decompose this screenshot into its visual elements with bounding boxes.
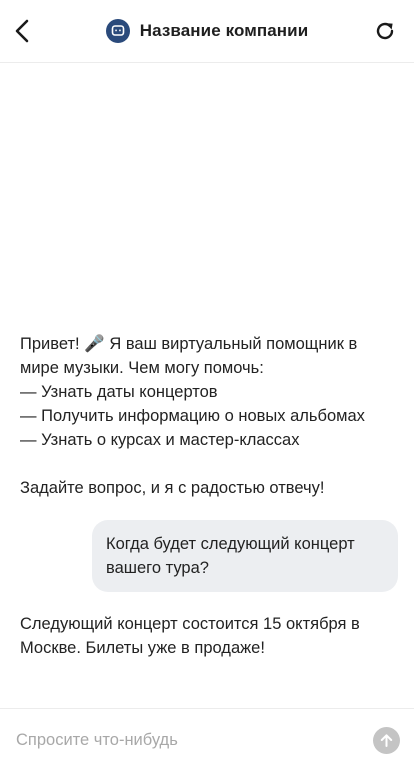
refresh-icon — [376, 22, 394, 40]
chat-header: Название компании — [0, 0, 414, 63]
company-logo — [105, 19, 130, 43]
refresh-button[interactable] — [372, 18, 398, 44]
bot-message-greeting: Привет! 🎤 Я ваш виртуальный помощник в м… — [20, 332, 390, 500]
bot-message-line: — Узнать о курсах и мастер-классах — [20, 431, 300, 449]
bot-message-text: Следующий концерт состоится 15 октября в… — [20, 615, 360, 657]
bot-message-line: — Узнать даты концертов — [20, 383, 218, 401]
user-message-text: Когда будет следующий концерт вашего тур… — [106, 535, 355, 577]
message-input[interactable] — [16, 725, 356, 755]
message-composer — [0, 708, 414, 770]
arrow-up-icon — [380, 734, 393, 747]
message-list: Привет! 🎤 Я ваш виртуальный помощник в м… — [0, 64, 414, 707]
back-button[interactable] — [8, 14, 36, 48]
bot-message-line: Привет! 🎤 Я ваш виртуальный помощник в м… — [20, 335, 358, 377]
chat-screen: Название компании Привет! 🎤 Я ваш виртуа… — [0, 0, 414, 770]
user-message-bubble: Когда будет следующий концерт вашего тур… — [92, 520, 398, 592]
send-button[interactable] — [373, 727, 400, 754]
page-title: Название компании — [139, 21, 309, 40]
chat-bot-icon — [111, 25, 125, 36]
chevron-left-icon — [15, 19, 29, 43]
header-title-group: Название компании — [0, 18, 414, 44]
bot-message-line: — Получить информацию о новых альбомах — [20, 407, 365, 425]
bot-message-line: Задайте вопрос, и я с радостью отвечу! — [20, 479, 325, 497]
bot-message-answer: Следующий концерт состоится 15 октября в… — [20, 612, 382, 660]
